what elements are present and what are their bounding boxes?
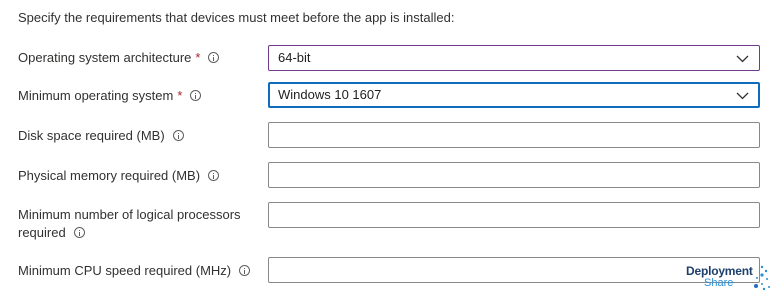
info-icon[interactable] — [190, 90, 202, 101]
physical-memory-label: Physical memory required (MB) — [18, 168, 201, 183]
logical-processors-input[interactable] — [268, 202, 760, 228]
info-icon[interactable] — [208, 52, 220, 63]
min-os-value: Windows 10 1607 — [278, 87, 382, 102]
logical-processors-label-group: Minimum number of logical processors req… — [18, 206, 258, 242]
physical-memory-label-group: Physical memory required (MB) — [18, 167, 258, 185]
min-os-dropdown[interactable]: Windows 10 1607 — [268, 82, 760, 108]
info-icon[interactable] — [239, 265, 251, 276]
os-architecture-dropdown[interactable]: 64-bit — [268, 45, 760, 71]
disk-space-label: Disk space required (MB) — [18, 128, 165, 143]
intro-text: Specify the requirements that devices mu… — [18, 10, 455, 25]
logo-dots-icon — [754, 265, 770, 291]
logical-processors-label-line1: Minimum number of logical processors — [18, 207, 241, 222]
info-icon[interactable] — [172, 130, 184, 141]
chevron-down-icon — [736, 55, 749, 63]
info-icon[interactable] — [73, 227, 85, 238]
info-icon[interactable] — [208, 170, 220, 181]
os-architecture-label-group: Operating system architecture * — [18, 49, 258, 67]
required-marker: * — [195, 50, 201, 65]
os-architecture-label: Operating system architecture — [18, 50, 192, 65]
logo-subtitle: Share — [704, 277, 734, 289]
logical-processors-label-line2: required — [18, 225, 66, 240]
physical-memory-input[interactable] — [268, 162, 760, 188]
disk-space-label-group: Disk space required (MB) — [18, 127, 258, 145]
min-os-label: Minimum operating system — [18, 88, 174, 103]
deployment-share-logo: Deployment Share — [686, 264, 774, 294]
min-os-label-group: Minimum operating system * — [18, 87, 258, 105]
cpu-speed-label: Minimum CPU speed required (MHz) — [18, 263, 232, 278]
os-architecture-value: 64-bit — [278, 50, 311, 65]
app-requirements-panel: Specify the requirements that devices mu… — [0, 0, 776, 297]
disk-space-input[interactable] — [268, 122, 760, 148]
chevron-down-icon — [736, 92, 749, 100]
required-marker: * — [177, 88, 183, 103]
cpu-speed-label-group: Minimum CPU speed required (MHz) — [18, 262, 258, 280]
